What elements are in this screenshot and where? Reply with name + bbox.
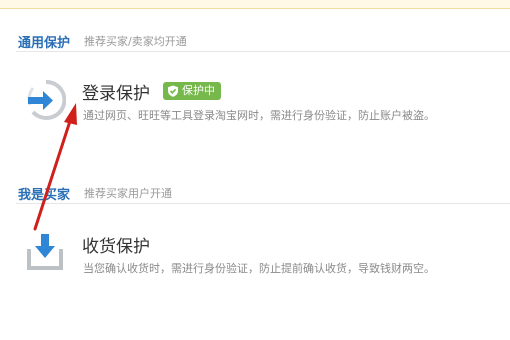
login-protection-title: 登录保护 (82, 84, 150, 104)
login-protection-description: 通过网页、旺旺等工具登录淘宝网时，需进行身份验证，防止账户被盗。 (83, 109, 435, 122)
receive-protection-item[interactable]: 收货保护 当您确认收货时，需进行身份验证，防止提前确认收货，导致钱财两空。 (0, 230, 510, 290)
login-protection-item[interactable]: 登录保护 保护中 通过网页、旺旺等工具登录淘宝网时，需进行身份验证，防止账户被盗… (0, 76, 510, 136)
top-notice-strip (0, 0, 510, 9)
section-title: 通用保护 (18, 36, 71, 51)
section-divider (16, 203, 510, 204)
receive-protection-description: 当您确认收货时，需进行身份验证，防止提前确认收货，导致钱财两空。 (83, 262, 435, 275)
section-header-buyer: 我是买家 推荐买家用户开通 (0, 180, 510, 204)
section-divider (16, 51, 510, 52)
receive-protection-title: 收货保护 (82, 237, 150, 257)
section-header-general: 通用保护 推荐买家/卖家均开通 (0, 28, 510, 52)
status-badge: 保护中 (163, 82, 221, 100)
shield-check-icon (168, 85, 178, 97)
login-arrow-icon (26, 79, 67, 120)
receive-download-icon (26, 231, 66, 271)
section-subtitle: 推荐买家/卖家均开通 (84, 35, 187, 48)
status-badge-label: 保护中 (182, 84, 215, 97)
section-title: 我是买家 (18, 188, 71, 203)
section-subtitle: 推荐买家用户开通 (84, 187, 172, 200)
